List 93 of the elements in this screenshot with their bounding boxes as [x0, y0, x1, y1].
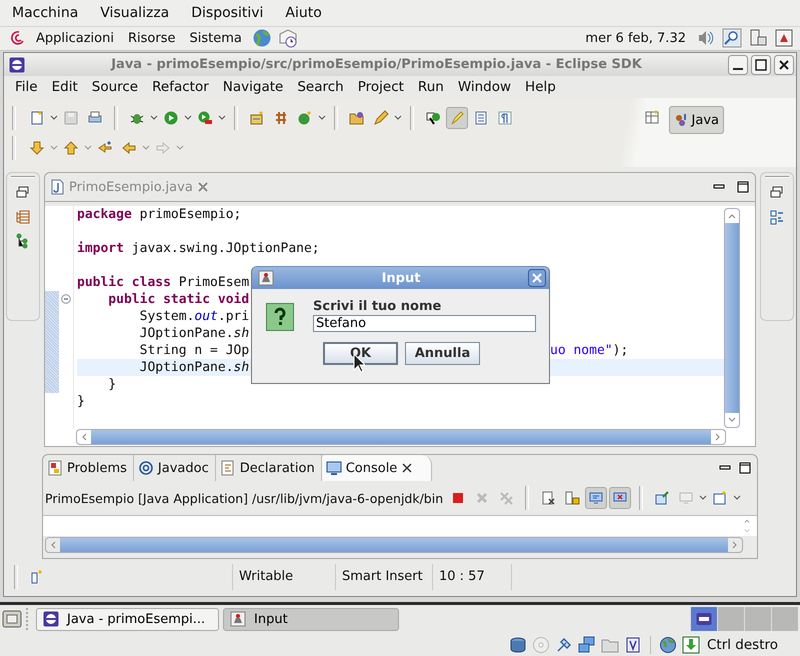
- view-tab[interactable]: Console: [322, 455, 432, 482]
- java-logo-icon: [258, 270, 274, 286]
- menu-item[interactable]: Search: [290, 79, 351, 96]
- workspace-switcher[interactable]: [744, 607, 771, 632]
- caret-icon[interactable]: [733, 494, 742, 502]
- workspace-switcher[interactable]: [771, 607, 798, 632]
- close-icon[interactable]: [401, 462, 414, 474]
- menu-item[interactable]: Window: [450, 79, 518, 96]
- caret-icon[interactable]: [50, 114, 58, 122]
- chip-icon[interactable]: [624, 636, 642, 654]
- dialog-message: Scrivi il tuo nome: [313, 299, 442, 314]
- window-icon: [696, 611, 712, 628]
- globe-icon[interactable]: [252, 28, 272, 48]
- search-icon[interactable]: [722, 28, 742, 48]
- code-line: public class PrimoEsem: [77, 274, 250, 290]
- taskbar-button[interactable]: Java - primoEsempi...: [36, 608, 219, 631]
- network-icon[interactable]: [578, 636, 596, 654]
- code-line: JOptionPane.sh: [138, 360, 250, 375]
- scrollbar-thumb[interactable]: [60, 538, 728, 552]
- declaration-icon: [220, 460, 236, 476]
- code-line: JOptionPane.sh: [138, 326, 250, 341]
- menu-item[interactable]: Refactor: [145, 79, 216, 96]
- caret-icon[interactable]: [150, 114, 158, 122]
- hard-disk-icon[interactable]: [508, 636, 527, 654]
- code-line: import javax.swing.JOptionPane;: [77, 240, 320, 256]
- panel-menu[interactable]: Sistema: [185, 30, 246, 46]
- menu-item[interactable]: Aiuto: [274, 4, 333, 21]
- view-tab[interactable]: Declaration: [216, 455, 322, 482]
- show-desktop-icon[interactable]: [2, 609, 22, 630]
- eclipse-logo-icon[interactable]: [9, 56, 25, 73]
- usb-icon[interactable]: [554, 636, 573, 654]
- window-title: Java - primoEsempio/src/primoEsempio/PrimoEsempio.java - Eclipse SDK: [110, 57, 643, 72]
- panel-menu[interactable]: Risorse: [124, 30, 180, 46]
- dialog-title: Input: [380, 270, 422, 286]
- menu-item[interactable]: Macchina: [1, 4, 90, 21]
- eclipse-logo-icon: [43, 611, 59, 628]
- code-line: package primoEsempio;: [77, 206, 242, 222]
- close-button[interactable]: [774, 54, 794, 75]
- menu-item[interactable]: Edit: [44, 79, 85, 96]
- code-line: System.out.pri: [138, 308, 250, 324]
- monitor-icon[interactable]: [585, 487, 608, 510]
- view-tab[interactable]: Problems: [43, 455, 134, 482]
- problems-icon: [47, 460, 63, 476]
- name-input[interactable]: Stefano: [313, 315, 536, 332]
- caret-icon[interactable]: [318, 114, 326, 122]
- view-tab[interactable]: Javadoc: [134, 455, 216, 482]
- monitor-error-icon[interactable]: [609, 487, 632, 510]
- code-line: }: [107, 376, 116, 392]
- menu-item[interactable]: Visualizza: [89, 4, 180, 21]
- clock[interactable]: mer 6 feb, 7.32: [585, 30, 686, 46]
- close-button[interactable]: [528, 269, 546, 288]
- minimize-button[interactable]: [728, 54, 748, 75]
- caret-icon[interactable]: [394, 114, 402, 122]
- status-field: Smart Insert: [335, 564, 432, 590]
- fold-icon[interactable]: [61, 294, 71, 304]
- menu-item[interactable]: Dispositivi: [180, 4, 274, 21]
- menu-item[interactable]: Source: [84, 79, 146, 96]
- menu-item[interactable]: Run: [410, 79, 451, 96]
- maximize-icon[interactable]: [737, 181, 749, 193]
- close-icon[interactable]: [196, 181, 209, 193]
- workspace-switcher[interactable]: [690, 607, 717, 632]
- maximize-button[interactable]: [751, 54, 771, 75]
- java-file-icon: [49, 179, 65, 195]
- host-key-label: Ctrl destro: [706, 636, 778, 653]
- maximize-icon[interactable]: [739, 462, 751, 474]
- panel-menu[interactable]: Applicazioni: [32, 30, 118, 46]
- menu-item[interactable]: Navigate: [216, 79, 290, 96]
- perspective-button[interactable]: Java: [668, 106, 724, 134]
- globe-icon[interactable]: [658, 636, 677, 654]
- code-line: String n = JOp: [138, 342, 250, 358]
- scrollbar-thumb[interactable]: [725, 222, 739, 413]
- status-field: 10 : 57: [432, 564, 512, 590]
- mail-clock-icon[interactable]: [278, 28, 298, 48]
- caret-icon[interactable]: [699, 494, 708, 502]
- question-icon: [266, 303, 294, 332]
- caret-icon[interactable]: [184, 114, 192, 122]
- status-field: Writable: [232, 564, 335, 590]
- cancel-button[interactable]: Annulla: [405, 342, 480, 366]
- at-sign-icon: [138, 460, 154, 476]
- taskbar-button[interactable]: Input: [223, 608, 399, 631]
- menu-item[interactable]: File: [8, 79, 45, 96]
- caret-icon[interactable]: [218, 114, 226, 122]
- swirl-logo-icon[interactable]: [10, 30, 26, 46]
- process-label: PrimoEsempio [Java Application] /usr/lib/jvm/java-6-openjdk/bin: [45, 490, 444, 506]
- menu-item[interactable]: Project: [350, 79, 411, 96]
- workspace-switcher[interactable]: [717, 607, 744, 632]
- code-line: public static void: [107, 292, 250, 307]
- monitor-icon: [326, 460, 342, 476]
- java-logo-icon: [230, 611, 246, 628]
- menu-item[interactable]: Help: [518, 79, 563, 96]
- code-line: }: [77, 394, 85, 409]
- scrollbar-thumb[interactable]: [91, 430, 711, 444]
- code-line: uo nome");: [550, 342, 628, 359]
